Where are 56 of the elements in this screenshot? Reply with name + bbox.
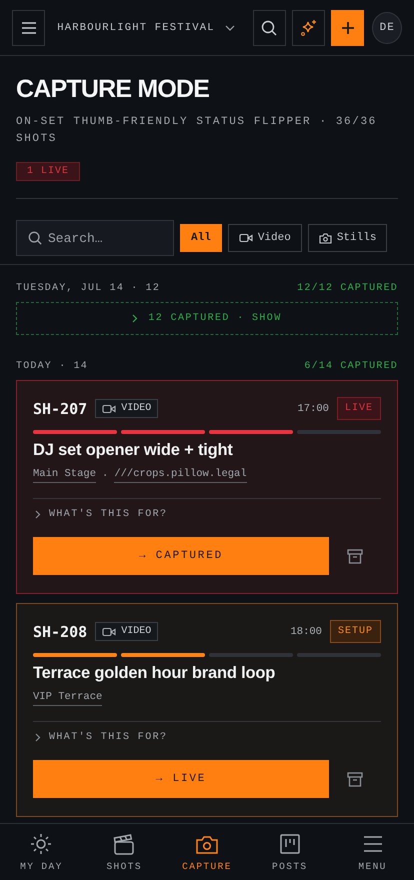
search-icon bbox=[261, 20, 278, 36]
advance-status-button[interactable]: → LIVE bbox=[33, 760, 329, 798]
page-subtitle: ON-SET THUMB-FRIENDLY STATUS FLIPPER · 36/36 SHOTS bbox=[16, 115, 378, 147]
archive-icon bbox=[347, 548, 363, 564]
sparkle-button[interactable] bbox=[292, 10, 326, 46]
chevron-right-icon bbox=[132, 314, 138, 323]
captured-count: 6/14 CAPTURED bbox=[304, 361, 398, 372]
filter-chip[interactable]: All bbox=[180, 224, 222, 252]
search-field[interactable]: Search… bbox=[16, 220, 174, 256]
page-title: CAPTURE MODE bbox=[16, 75, 210, 104]
video-camera-icon bbox=[102, 404, 116, 414]
search-button[interactable] bbox=[252, 10, 286, 46]
nav-tab[interactable]: SHOTS bbox=[82, 824, 166, 880]
nav-tab[interactable]: CAPTURE bbox=[166, 824, 248, 880]
expander-toggle[interactable]: WHAT'S THIS FOR? bbox=[33, 499, 170, 520]
status-badge: SETUP bbox=[330, 620, 381, 643]
live-count-badge: 1 LIVE bbox=[16, 162, 80, 181]
location-link[interactable]: VIP Terrace bbox=[33, 691, 102, 706]
day-heading: TUESDAY, JUL 14 · 12 bbox=[16, 283, 160, 294]
avatar-button[interactable]: DE bbox=[372, 12, 402, 44]
chevron-down-icon bbox=[224, 24, 235, 30]
nav-tab[interactable]: MY DAY bbox=[0, 824, 83, 880]
shot-title: Terrace golden hour brand loop bbox=[33, 664, 276, 683]
type-label: VIDEO bbox=[121, 403, 152, 414]
shot-time: 17:00 bbox=[297, 402, 329, 414]
project-switcher[interactable]: HARBOURLIGHT FESTIVAL bbox=[51, 22, 241, 34]
type-label: VIDEO bbox=[121, 626, 152, 637]
nav-tab[interactable]: POSTS bbox=[248, 824, 332, 880]
shot-time: 18:00 bbox=[290, 626, 322, 638]
chevron-right-icon bbox=[35, 510, 41, 519]
advance-status-button[interactable]: → CAPTURED bbox=[33, 537, 329, 575]
nav-tab[interactable]: MENU bbox=[331, 824, 414, 880]
captured-count: 12/12 CAPTURED bbox=[297, 283, 398, 294]
shot-id: SH-207 bbox=[33, 400, 88, 418]
separator-dot: · bbox=[102, 470, 108, 482]
chevron-right-icon bbox=[35, 733, 41, 742]
location-link[interactable]: Main Stage bbox=[33, 468, 96, 483]
sparkle-icon bbox=[300, 18, 318, 36]
address-link[interactable]: ///crops.pillow.legal bbox=[114, 468, 247, 483]
add-button[interactable] bbox=[331, 10, 364, 46]
filter-chip[interactable]: Video bbox=[228, 224, 302, 252]
day-heading: TODAY · 14 bbox=[16, 361, 88, 372]
shot-id: SH-208 bbox=[33, 622, 88, 640]
filter-chip[interactable]: Stills bbox=[308, 224, 388, 252]
expander-toggle[interactable]: WHAT'S THIS FOR? bbox=[33, 722, 170, 743]
search-icon bbox=[28, 231, 42, 245]
archive-icon bbox=[347, 772, 363, 786]
menu-button[interactable] bbox=[12, 10, 46, 46]
video-camera-icon bbox=[238, 233, 253, 243]
show-captured-button[interactable]: 12 CAPTURED · SHOW bbox=[16, 302, 398, 335]
shot-title: DJ set opener wide + tight bbox=[33, 441, 234, 460]
video-camera-icon bbox=[102, 626, 116, 636]
status-badge: LIVE bbox=[336, 397, 381, 420]
camera-icon bbox=[318, 232, 332, 244]
menu-icon bbox=[20, 20, 37, 34]
plus-icon bbox=[340, 20, 355, 34]
